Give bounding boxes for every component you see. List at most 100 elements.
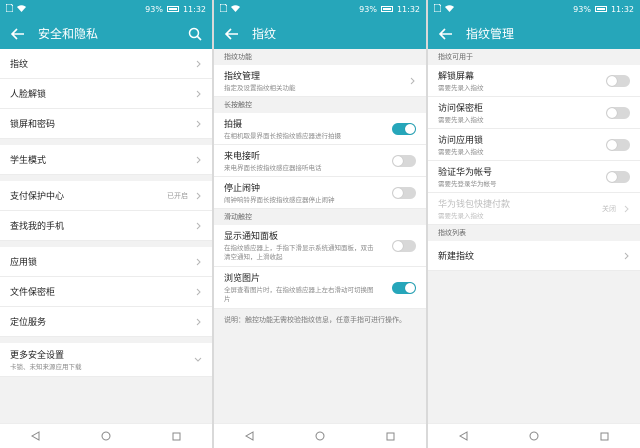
chevron-right-icon xyxy=(622,251,630,261)
item-description: 卡锁、未知来源应用下载 xyxy=(10,362,82,371)
item-description: 需要先录入指纹 xyxy=(438,83,484,92)
navigation-bar xyxy=(428,423,640,448)
battery-percent: 93% xyxy=(145,4,163,14)
answer-call-item: 来电接听 来电界面长按指纹感应器接听电话 xyxy=(214,145,426,177)
item-label: 新建指纹 xyxy=(438,252,475,262)
section-header: 指纹功能 xyxy=(214,49,426,65)
battery-icon xyxy=(380,6,393,12)
home-circle-icon[interactable] xyxy=(99,429,113,443)
settings-item-more-security[interactable]: 更多安全设置 卡锁、未知来源应用下载 xyxy=(0,343,212,377)
back-triangle-icon[interactable] xyxy=(242,429,256,443)
item-label: 更多安全设置 xyxy=(10,350,65,361)
item-label: 验证华为帐号 xyxy=(438,167,493,178)
section-header: 长按触控 xyxy=(214,97,426,113)
back-triangle-icon[interactable] xyxy=(456,429,470,443)
item-label: 查找我的手机 xyxy=(10,222,65,232)
item-label: 拍摄 xyxy=(224,119,243,130)
settings-item-face-unlock[interactable]: 人脸解锁 xyxy=(0,79,212,109)
wifi-icon xyxy=(231,4,240,14)
status-bar: 93% 11:32 xyxy=(428,0,640,18)
new-fingerprint-item[interactable]: 新建指纹 xyxy=(428,241,640,271)
settings-item-payment-protection[interactable]: 支付保护中心 已开启 xyxy=(0,181,212,211)
back-arrow-icon[interactable] xyxy=(436,24,456,44)
recents-square-icon[interactable] xyxy=(598,429,612,443)
settings-item-student-mode[interactable]: 学生模式 xyxy=(0,145,212,175)
section-header: 滑动触控 xyxy=(214,209,426,225)
sim-icon xyxy=(219,3,228,14)
item-description: 闹钟响铃界面长按指纹感应器停止闹钟 xyxy=(224,195,335,204)
item-description: 需要先录入指纹 xyxy=(438,147,484,156)
unlock-screen-toggle[interactable] xyxy=(606,74,630,87)
photo-capture-toggle[interactable] xyxy=(392,122,416,135)
answer-call-toggle[interactable] xyxy=(392,154,416,167)
item-label: 指纹管理 xyxy=(224,71,261,82)
settings-item-fingerprint[interactable]: 指纹 xyxy=(0,49,212,79)
fingerprint-management-list: 指纹可用于 解锁屏幕 需要先录入指纹 访问保密柜 需要先录入指纹 访问应用锁 需… xyxy=(428,49,640,424)
home-circle-icon[interactable] xyxy=(527,429,541,443)
search-icon[interactable] xyxy=(186,25,204,43)
settings-list: 指纹 人脸解锁 锁屏和密码 学生模式 支付保护中心 已开启 查找我的手机 应用锁… xyxy=(0,49,212,424)
back-triangle-icon[interactable] xyxy=(28,429,42,443)
title-bar: 安全和隐私 xyxy=(0,18,212,49)
item-label: 指纹 xyxy=(10,60,29,70)
item-description: 全屏查看图片时，在指纹感应器上左右滑动可切换图片 xyxy=(224,286,374,303)
item-label: 停止闹钟 xyxy=(224,183,261,194)
item-label: 应用锁 xyxy=(10,258,38,268)
notification-panel-item: 显示通知面板 在指纹感应器上，手指下滑显示系统通知面板，双击清空通知，上滑收起 xyxy=(214,225,426,267)
recents-square-icon[interactable] xyxy=(170,429,184,443)
item-description: 来电界面长按指纹感应器接听电话 xyxy=(224,163,322,172)
chevron-right-icon xyxy=(194,59,202,69)
usage-note: 说明：触控功能无需校验指纹信息，任意手指可进行操作。 xyxy=(214,309,426,332)
section-header: 指纹列表 xyxy=(428,225,640,241)
stop-alarm-toggle[interactable] xyxy=(392,186,416,199)
settings-item-lockscreen-password[interactable]: 锁屏和密码 xyxy=(0,109,212,139)
back-arrow-icon[interactable] xyxy=(8,24,28,44)
item-description: 需要先录入指纹 xyxy=(438,211,484,220)
status-value: 关闭 xyxy=(602,204,616,213)
settings-item-file-vault[interactable]: 文件保密柜 xyxy=(0,277,212,307)
item-label: 解锁屏幕 xyxy=(438,71,475,82)
clock: 11:32 xyxy=(610,4,634,14)
item-label: 访问应用锁 xyxy=(438,135,484,146)
recents-square-icon[interactable] xyxy=(384,429,398,443)
title-bar: 指纹管理 xyxy=(428,18,640,49)
settings-item-location[interactable]: 定位服务 xyxy=(0,307,212,337)
stop-alarm-item: 停止闹钟 闹钟响铃界面长按指纹感应器停止闹钟 xyxy=(214,177,426,209)
item-label: 支付保护中心 xyxy=(10,192,65,202)
page-title: 安全和隐私 xyxy=(38,27,99,41)
status-bar: 93% 11:32 xyxy=(214,0,426,18)
chevron-down-icon xyxy=(194,355,202,365)
wifi-icon xyxy=(17,4,26,14)
chevron-right-icon xyxy=(194,317,202,327)
settings-item-find-my-phone[interactable]: 查找我的手机 xyxy=(0,211,212,241)
back-arrow-icon[interactable] xyxy=(222,24,242,44)
settings-item-app-lock[interactable]: 应用锁 xyxy=(0,247,212,277)
item-label: 来电接听 xyxy=(224,151,261,162)
notification-panel-toggle[interactable] xyxy=(392,239,416,252)
item-label: 访问保密柜 xyxy=(438,103,484,114)
clock: 11:32 xyxy=(182,4,206,14)
page-title: 指纹 xyxy=(252,27,277,41)
chevron-right-icon xyxy=(194,221,202,231)
huawei-wallet-quickpay-item: 华为钱包快捷付款 需要先录入指纹 关闭 xyxy=(428,193,640,225)
status-value: 已开启 xyxy=(167,191,188,200)
access-app-lock-item: 访问应用锁 需要先录入指纹 xyxy=(428,129,640,161)
item-description: 指定及设置指纹相关功能 xyxy=(224,83,296,92)
chevron-right-icon xyxy=(194,119,202,129)
sim-icon xyxy=(433,3,442,14)
item-description: 需要先录入指纹 xyxy=(438,115,484,124)
browse-photos-toggle[interactable] xyxy=(392,281,416,294)
item-label: 显示通知面板 xyxy=(224,232,279,242)
navigation-bar xyxy=(214,423,426,448)
verify-huawei-account-toggle[interactable] xyxy=(606,170,630,183)
access-vault-toggle[interactable] xyxy=(606,106,630,119)
item-label: 锁屏和密码 xyxy=(10,120,56,130)
chevron-right-icon xyxy=(194,191,202,201)
fingerprint-manage-item[interactable]: 指纹管理 指定及设置指纹相关功能 xyxy=(214,65,426,97)
home-circle-icon[interactable] xyxy=(313,429,327,443)
access-vault-item: 访问保密柜 需要先录入指纹 xyxy=(428,97,640,129)
access-app-lock-toggle[interactable] xyxy=(606,138,630,151)
item-description: 在指纹感应器上，手指下滑显示系统通知面板，双击清空通知，上滑收起 xyxy=(224,244,374,261)
battery-icon xyxy=(594,6,607,12)
security-privacy-screen: 93% 11:32 安全和隐私 指纹 人脸解锁 锁屏和密码 学生模式 支付保护中… xyxy=(0,0,212,448)
